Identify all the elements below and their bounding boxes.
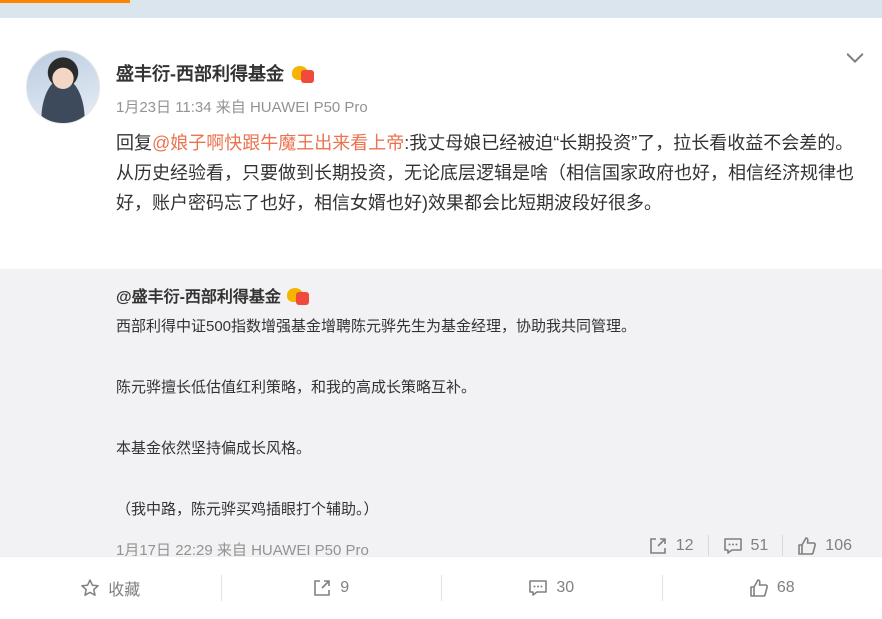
repost-share-count: 12 (675, 537, 694, 554)
repost-comment-count: 51 (750, 537, 769, 554)
repost-author-name[interactable]: @盛丰衍-西部利得基金 (116, 283, 281, 307)
thumbs-up-icon (750, 579, 768, 597)
like-button[interactable]: 68 (661, 557, 882, 619)
browser-top-bar (0, 0, 882, 18)
favorite-label: 收藏 (108, 582, 141, 599)
repost-author[interactable]: @盛丰衍-西部利得基金 (116, 283, 309, 307)
post-footer-actions: 收藏 9 30 68 (0, 556, 882, 619)
top-accent-bar (0, 0, 130, 3)
repost-paragraph: 陈元骅擅长低估值红利策略，和我的高成长策略互补。 (116, 379, 477, 396)
author-name[interactable]: 盛丰衍-西部利得基金 (116, 60, 284, 86)
weibo-post-card: 盛丰衍-西部利得基金 1月23日 11:34 来自 HUAWEI P50 Pro… (0, 18, 882, 619)
reply-prefix: 回复 (116, 133, 152, 153)
repost-share-button[interactable]: 12 (634, 535, 708, 557)
repost-content: 西部利得中证500指数增强基金增聘陈元骅先生为基金经理，协助我共同管理。 陈元骅… (116, 316, 856, 520)
star-icon (81, 579, 99, 596)
share-arrow-icon (314, 580, 331, 596)
verified-badge-icon (286, 285, 309, 305)
post-meta: 1月23日 11:34 来自 HUAWEI P50 Pro (116, 99, 368, 116)
repost-paragraph: 西部利得中证500指数增强基金增聘陈元骅先生为基金经理，协助我共同管理。 (116, 318, 637, 335)
repost-count: 9 (340, 579, 350, 596)
comment-button[interactable]: 30 (441, 557, 662, 619)
post-content: 回复@娘子啊快跟牛魔王出来看上帝:我丈母娘已经被迫“长期投资”了，拉长看收益不会… (116, 128, 861, 218)
comment-count: 30 (556, 579, 575, 596)
chevron-down-icon[interactable] (845, 48, 867, 68)
repost-actions: 12 51 106 (634, 535, 866, 557)
repost-like-count: 106 (825, 537, 852, 554)
avatar[interactable] (26, 50, 100, 124)
thumbs-up-icon (798, 537, 817, 555)
comment-bubble-icon (723, 538, 742, 554)
like-count: 68 (776, 579, 795, 596)
repost-paragraph: 本基金依然坚持偏成长风格。 (116, 440, 312, 457)
repost-like-button[interactable]: 106 (782, 535, 866, 557)
repost-comment-button[interactable]: 51 (707, 535, 783, 557)
comment-bubble-icon (529, 580, 548, 596)
post-author[interactable]: 盛丰衍-西部利得基金 (116, 60, 314, 86)
verified-badge-icon (292, 63, 314, 83)
mention-link[interactable]: @娘子啊快跟牛魔王出来看上帝 (152, 133, 404, 153)
reposted-post[interactable]: @盛丰衍-西部利得基金 西部利得中证500指数增强基金增聘陈元骅先生为基金经理，… (0, 269, 882, 574)
favorite-button[interactable]: 收藏 (0, 557, 221, 619)
repost-button[interactable]: 9 (220, 557, 442, 619)
share-arrow-icon (649, 538, 666, 554)
repost-paragraph: （我中路，陈元骅买鸡插眼打个辅助。） (116, 501, 379, 518)
